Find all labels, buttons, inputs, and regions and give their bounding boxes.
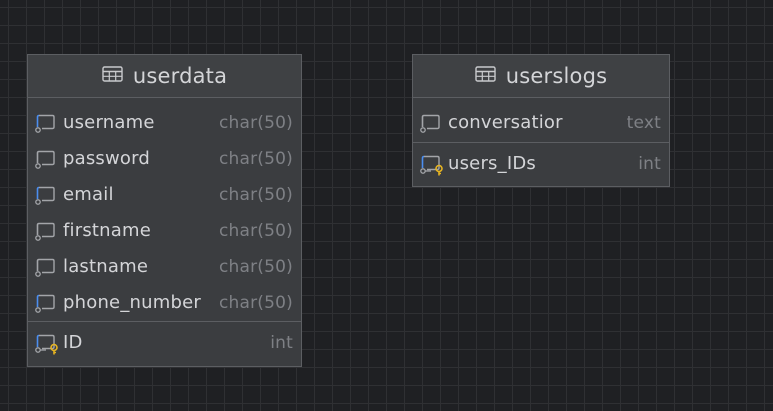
column-icon [34, 185, 60, 207]
column-name: username [63, 112, 155, 133]
primary-key-column-icon [34, 333, 60, 355]
column-name: firstname [63, 220, 152, 241]
column-type: char(50) [218, 221, 293, 241]
column-type: int [270, 333, 293, 353]
column-row[interactable]: lastname char(50) [28, 249, 301, 285]
column-row[interactable]: phone_number char(50) [28, 285, 301, 321]
table-icon [475, 66, 496, 86]
column-row[interactable]: username char(50) [28, 105, 301, 141]
column-row[interactable]: email char(50) [28, 177, 301, 213]
column-icon [419, 113, 445, 135]
diagram-canvas[interactable]: { "tables": { "userdata": { "name": "use… [0, 0, 773, 411]
table-title: userslogs [505, 64, 608, 88]
column-type: text [626, 113, 661, 133]
column-row[interactable]: conversatior text [413, 105, 669, 141]
column-type: char(50) [218, 293, 293, 313]
column-type: int [638, 154, 661, 174]
key-column-icon [419, 154, 445, 176]
key-column-row[interactable]: ID int [28, 321, 301, 367]
column-name: conversatior [448, 112, 563, 133]
table-icon [102, 66, 123, 86]
column-icon [34, 113, 60, 135]
column-list: conversatior text [413, 98, 669, 141]
column-name: ID [63, 332, 83, 353]
key-column-row[interactable]: users_IDs int [413, 142, 669, 186]
table-title: userdata [132, 64, 228, 88]
column-name: lastname [63, 256, 149, 277]
column-type: char(50) [218, 185, 293, 205]
column-name: email [63, 184, 114, 205]
column-list: username char(50) password char(50) email cha… [28, 98, 301, 321]
column-icon [34, 221, 60, 243]
table-userdata[interactable]: userdata username char(50) password char(50… [27, 54, 302, 367]
column-icon [34, 257, 60, 279]
column-row[interactable]: password char(50) [28, 141, 301, 177]
column-type: char(50) [218, 257, 293, 277]
column-row[interactable]: firstname char(50) [28, 213, 301, 249]
column-type: char(50) [218, 149, 293, 169]
table-header[interactable]: userdata [28, 55, 301, 98]
table-header[interactable]: userslogs [413, 55, 669, 98]
column-name: password [63, 148, 151, 169]
column-type: char(50) [218, 113, 293, 133]
column-name: phone_number [63, 292, 201, 313]
table-userslogs[interactable]: userslogs conversatior text users_IDs int [412, 54, 670, 187]
column-name: users_IDs [448, 153, 536, 174]
column-icon [34, 293, 60, 315]
column-icon [34, 149, 60, 171]
